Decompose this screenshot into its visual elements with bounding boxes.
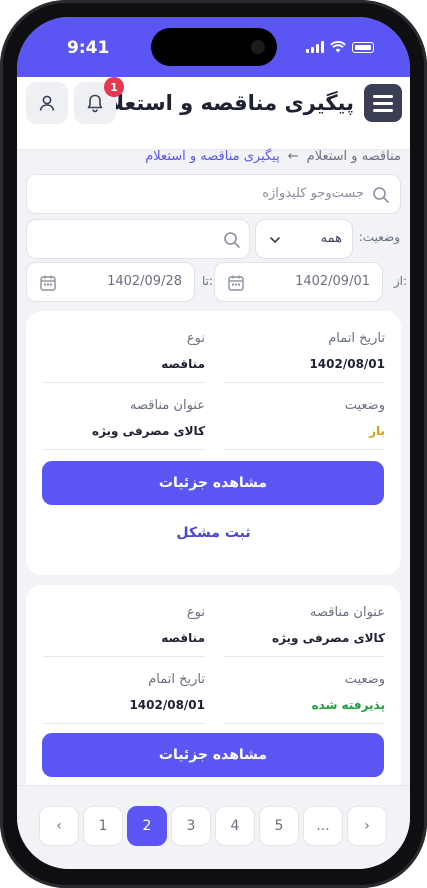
field-value: 1402/08/01	[129, 698, 205, 712]
field-label: وضعیت	[344, 398, 385, 413]
field-label: وضعیت	[344, 672, 385, 687]
card-field: تاریخ اتمام 1402/08/01	[223, 331, 385, 383]
page-title: پیگیری مناقصه و استعلام	[93, 91, 354, 115]
card-field: تاریخ اتمام 1402/08/01	[43, 672, 205, 724]
status-value: پذیرفته شده	[311, 698, 385, 712]
card-field: وضعیت پذیرفته شده	[223, 672, 385, 724]
tender-card: عنوان مناقصه کالای مصرفی ویژه نوع مناقصه…	[26, 585, 401, 805]
calendar-icon	[40, 275, 56, 291]
dynamic-island	[151, 28, 277, 66]
status-bar: 9:41	[17, 17, 410, 77]
field-label: عنوان مناقصه	[310, 605, 385, 620]
status-filter-label: وضعیت:	[358, 230, 400, 244]
calendar-icon	[228, 275, 244, 291]
status-time: 9:41	[67, 38, 110, 58]
from-date-label: از:	[393, 274, 407, 288]
secondary-search-input[interactable]	[26, 219, 250, 259]
to-date-input[interactable]: 1402/09/28	[26, 262, 195, 302]
card-field: عنوان مناقصه کالای مصرفی ویژه	[43, 398, 205, 450]
page-button[interactable]: 4	[215, 806, 255, 846]
page-ellipsis: ...	[303, 806, 343, 846]
notification-badge: 1	[104, 77, 124, 97]
field-value: مناقصه	[161, 357, 205, 371]
report-problem-link[interactable]: ثبت مشکل	[26, 525, 401, 541]
prev-page-button[interactable]: ‹	[39, 806, 79, 846]
view-details-button[interactable]: مشاهده جزئیات	[42, 733, 384, 777]
card-field: عنوان مناقصه کالای مصرفی ویژه	[223, 605, 385, 657]
breadcrumb-separator: ←	[287, 149, 299, 164]
app-header: پیگیری مناقصه و استعلام 1	[17, 77, 410, 150]
breadcrumb-current: پیگیری مناقصه و استعلام	[145, 149, 280, 164]
field-value: کالای مصرفی ویژه	[91, 424, 205, 438]
card-field: نوع مناقصه	[43, 605, 205, 657]
wifi-icon	[330, 41, 346, 53]
status-icons	[306, 41, 374, 53]
field-value: کالای مصرفی ویژه	[271, 631, 385, 645]
card-field: نوع مناقصه	[43, 331, 205, 383]
profile-button[interactable]	[26, 82, 68, 124]
signal-icon	[306, 41, 324, 53]
screen: 9:41 پیگیری مناقصه و استعلام 1 مناقصه و …	[17, 17, 410, 869]
field-label: تاریخ اتمام	[148, 672, 205, 687]
status-filter-select[interactable]: همه	[255, 219, 353, 259]
phone-frame: 9:41 پیگیری مناقصه و استعلام 1 مناقصه و …	[0, 0, 427, 888]
tender-card: تاریخ اتمام 1402/08/01 نوع مناقصه وضعیت …	[26, 311, 401, 575]
search-placeholder: جست‌وجو کلیدواژه	[262, 186, 364, 201]
page-button[interactable]: 3	[171, 806, 211, 846]
field-value: 1402/08/01	[309, 357, 385, 371]
page-button-active[interactable]: 2	[127, 806, 167, 846]
search-icon	[373, 187, 389, 203]
camera-icon	[251, 40, 265, 54]
next-page-button[interactable]: ›	[347, 806, 387, 846]
keyword-search-input[interactable]: جست‌وجو کلیدواژه	[26, 174, 401, 214]
field-value: مناقصه	[161, 631, 205, 645]
pagination: ‹ 1 2 3 4 5 ... ›	[39, 806, 387, 846]
view-details-button[interactable]: مشاهده جزئیات	[42, 461, 384, 505]
user-icon	[39, 95, 55, 111]
field-label: تاریخ اتمام	[328, 331, 385, 346]
breadcrumb: مناقصه و استعلام ← پیگیری مناقصه و استعل…	[145, 149, 401, 164]
card-field: وضعیت باز	[223, 398, 385, 450]
menu-button[interactable]	[364, 84, 402, 122]
search-icon	[224, 232, 240, 248]
field-label: نوع	[186, 331, 205, 346]
from-date-input[interactable]: 1402/09/01	[214, 262, 383, 302]
status-value: باز	[369, 424, 385, 438]
page-button[interactable]: 5	[259, 806, 299, 846]
pagination-bar: ‹ 1 2 3 4 5 ... ›	[17, 785, 410, 869]
battery-icon	[352, 41, 374, 53]
to-date-value: 1402/09/28	[107, 274, 182, 289]
chevron-down-icon	[270, 237, 280, 244]
field-label: عنوان مناقصه	[130, 398, 205, 413]
field-label: نوع	[186, 605, 205, 620]
page-button[interactable]: 1	[83, 806, 123, 846]
status-filter-value: همه	[320, 231, 342, 246]
to-date-label: تا:	[201, 274, 213, 288]
from-date-value: 1402/09/01	[295, 274, 370, 289]
bell-icon	[87, 94, 103, 113]
breadcrumb-parent[interactable]: مناقصه و استعلام	[307, 149, 401, 164]
